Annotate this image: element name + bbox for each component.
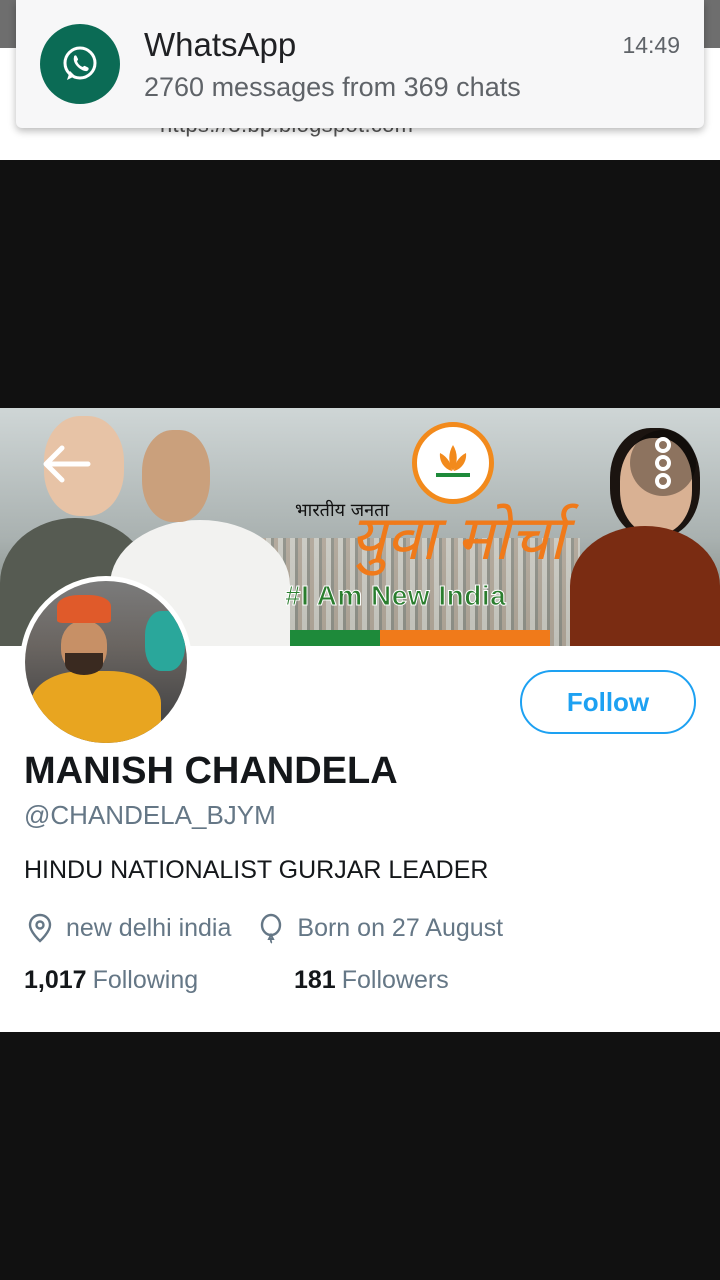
location-item: new delhi india [24,912,231,944]
location-pin-icon [28,913,52,943]
balloon-icon [261,913,282,944]
avatar[interactable] [20,576,192,748]
follow-button[interactable]: Follow [520,670,696,734]
followers-stat[interactable]: 181 Followers [294,966,449,995]
location-text: new delhi india [66,913,232,942]
notification-app-name: WhatsApp [144,26,297,63]
banner-slogan: #I Am New India [284,580,507,612]
followers-count: 181 [294,966,336,994]
avatar-bg-object [145,611,185,671]
avatar-photo [25,581,187,743]
banner-person-2-head [142,430,210,522]
birthday-item: Born on 27 August [255,912,503,944]
birthday-text: Born on 27 August [297,913,504,942]
whatsapp-icon [40,24,120,104]
following-count: 1,017 [24,966,87,994]
notification-time: 14:49 [622,32,680,58]
arrow-left-icon[interactable] [38,440,94,488]
banner-flag-green [280,630,390,646]
profile-meta: new delhi india Born on 27 August [24,908,527,948]
banner-flag-orange [380,630,550,646]
avatar-turban [57,595,111,623]
banner-person-3 [570,526,720,646]
following-label: Following [92,966,199,994]
profile-bio: HINDU NATIONALIST GURJAR LEADER [24,856,489,884]
avatar-beard [65,653,103,675]
followers-label: Followers [341,966,449,994]
avatar-shirt [31,671,161,743]
notification-message: 2760 messages from 369 chats [144,72,521,102]
profile-handle: @CHANDELA_BJYM [24,800,276,830]
more-vertical-icon[interactable] [630,430,696,496]
following-stat[interactable]: 1,017 Following [24,966,198,995]
lotus-logo [412,422,494,504]
profile-name: MANISH CHANDELA [24,750,398,792]
whatsapp-notification[interactable]: WhatsApp 14:49 2760 messages from 369 ch… [16,0,704,128]
banner-hindi-big: युवा मोर्चा [350,501,565,574]
